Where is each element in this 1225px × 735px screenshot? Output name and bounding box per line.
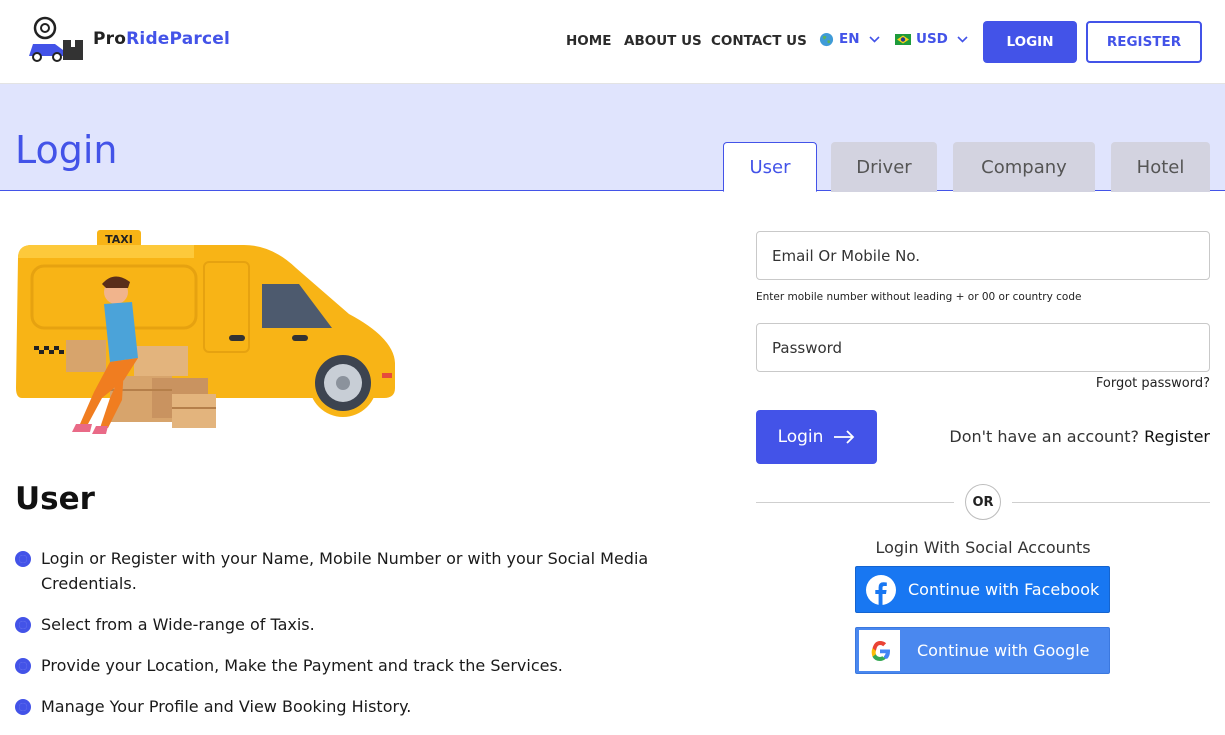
flag-icon: [895, 33, 911, 45]
chevron-down-icon: [957, 35, 968, 43]
signup-prompt: Don't have an account? Register: [900, 427, 1210, 446]
header-register-button[interactable]: REGISTER: [1086, 21, 1202, 63]
list-item: Select from a Wide-range of Taxis.: [15, 612, 665, 637]
list-item: Login or Register with your Name, Mobile…: [15, 546, 665, 596]
password-input[interactable]: [756, 323, 1210, 372]
chevron-down-icon: [868, 35, 880, 43]
brand-logo[interactable]: ProRideParcel: [25, 16, 230, 62]
email-hint: Enter mobile number without leading + or…: [756, 291, 1082, 303]
or-separator: OR: [965, 484, 1001, 520]
list-item: Manage Your Profile and View Booking His…: [15, 694, 665, 719]
forgot-password-link[interactable]: Forgot password?: [1060, 376, 1210, 391]
google-icon: [859, 630, 900, 671]
divider: [1012, 502, 1210, 503]
section-heading: User: [15, 481, 95, 517]
facebook-button-label: Continue with Facebook: [908, 580, 1100, 599]
nav-about-us[interactable]: ABOUT US: [624, 31, 702, 51]
top-header: ProRideParcel HOME ABOUT US CONTACT US E…: [0, 0, 1225, 84]
google-login-button[interactable]: Continue with Google: [855, 627, 1110, 674]
taxi-van-illustration: TAXI: [16, 230, 395, 434]
bullet-icon: [15, 658, 31, 674]
tab-user[interactable]: User: [723, 142, 817, 192]
social-login-label: Login With Social Accounts: [875, 538, 1091, 557]
language-label: EN: [839, 31, 860, 47]
login-button-label: Login: [777, 427, 824, 447]
bullet-icon: [15, 617, 31, 633]
page-title: Login: [15, 128, 118, 172]
feature-text: Manage Your Profile and View Booking His…: [41, 697, 412, 716]
email-mobile-input[interactable]: [756, 231, 1210, 280]
page-banner: Login User Driver Company Hotel: [0, 84, 1225, 192]
nav-home[interactable]: HOME: [566, 31, 611, 51]
facebook-icon: [866, 574, 896, 605]
feature-list: Login or Register with your Name, Mobile…: [15, 546, 665, 735]
feature-text: Login or Register with your Name, Mobile…: [41, 549, 649, 593]
facebook-login-button[interactable]: Continue with Facebook: [855, 566, 1110, 613]
header-login-button[interactable]: LOGIN: [983, 21, 1077, 63]
feature-text: Select from a Wide-range of Taxis.: [41, 615, 315, 634]
nav-contact-us[interactable]: CONTACT US: [711, 31, 807, 51]
list-item: Provide your Location, Make the Payment …: [15, 653, 665, 678]
arrow-right-icon: [834, 430, 855, 444]
language-selector[interactable]: EN: [819, 31, 880, 47]
tab-company[interactable]: Company: [953, 142, 1095, 192]
google-button-label: Continue with Google: [917, 641, 1090, 660]
feature-text: Provide your Location, Make the Payment …: [41, 656, 563, 675]
divider: [756, 502, 954, 503]
register-link[interactable]: Register: [1144, 427, 1210, 446]
bullet-icon: [15, 551, 31, 567]
no-account-text: Don't have an account?: [949, 427, 1140, 446]
currency-label: USD: [916, 31, 948, 47]
tab-hotel[interactable]: Hotel: [1111, 142, 1210, 192]
tab-driver[interactable]: Driver: [831, 142, 937, 192]
brand-name: ProRideParcel: [93, 29, 231, 49]
logo-icon: [29, 16, 83, 62]
bullet-icon: [15, 699, 31, 715]
login-submit-button[interactable]: Login: [756, 410, 877, 464]
currency-selector[interactable]: USD: [895, 31, 968, 47]
globe-icon: [819, 32, 834, 46]
taxi-sign-text: TAXI: [105, 233, 133, 246]
